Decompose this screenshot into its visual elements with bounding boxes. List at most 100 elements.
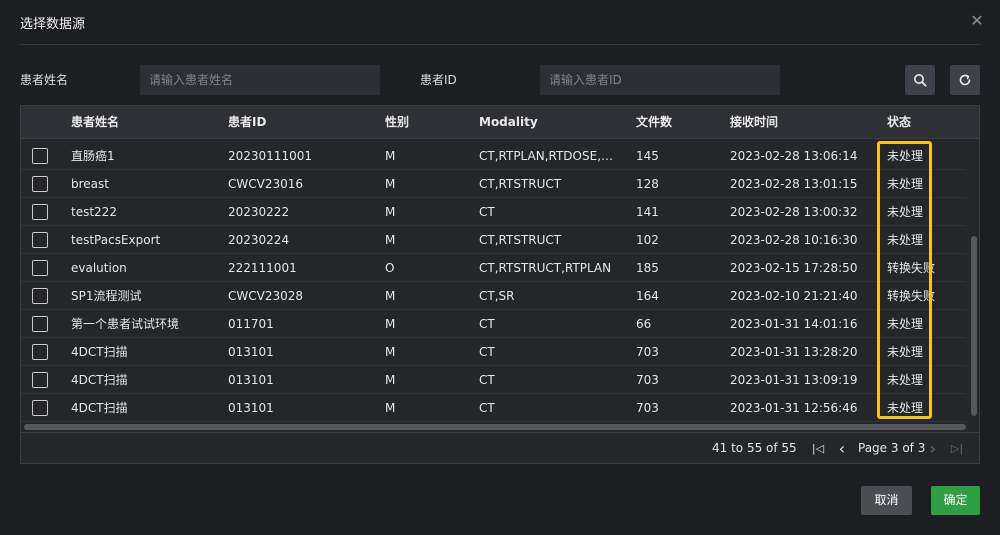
- cell-time: 2023-01-31 14:01:16: [730, 317, 858, 331]
- horizontal-scrollbar-thumb[interactable]: [24, 424, 966, 430]
- table-body: 直肠癌1 20230111001 M CT,RTPLAN,RTDOSE,RTST…: [21, 139, 979, 429]
- table-row[interactable]: 4DCT扫描 013101 M CT 703 2023-01-31 13:28:…: [21, 338, 966, 366]
- cell-id: 20230222: [228, 205, 290, 219]
- table-row[interactable]: 4DCT扫描 013101 M CT 703 2023-01-31 12:56:…: [21, 394, 966, 422]
- cell-name: 4DCT扫描: [71, 373, 128, 387]
- cell-files: 703: [636, 373, 659, 387]
- cancel-button[interactable]: 取消: [861, 486, 912, 515]
- cell-modality: CT: [479, 401, 495, 415]
- row-checkbox[interactable]: [32, 316, 48, 332]
- cell-sex: M: [385, 177, 396, 191]
- table-row[interactable]: test222 20230222 M CT 141 2023-02-28 13:…: [21, 198, 966, 226]
- cell-sex: M: [385, 233, 396, 247]
- cell-status: 未处理: [887, 149, 924, 163]
- cell-id: 011701: [228, 317, 274, 331]
- cell-files: 703: [636, 401, 659, 415]
- refresh-button[interactable]: [950, 65, 980, 95]
- cell-status: 未处理: [887, 233, 924, 247]
- cell-status: 未处理: [887, 177, 924, 191]
- cell-modality: CT,RTSTRUCT: [479, 177, 562, 191]
- title-divider: [20, 44, 980, 45]
- cell-name: testPacsExport: [71, 233, 161, 247]
- cell-modality: CT: [479, 205, 495, 219]
- table-header: 患者姓名 患者ID 性别 Modality 文件数 接收时间 状态: [21, 106, 979, 139]
- row-checkbox[interactable]: [32, 232, 48, 248]
- cell-files: 128: [636, 177, 659, 191]
- table-row[interactable]: 4DCT扫描 013101 M CT 703 2023-01-31 13:09:…: [21, 366, 966, 394]
- cell-sex: O: [385, 261, 395, 275]
- cell-id: CWCV23016: [228, 177, 304, 191]
- column-header-status[interactable]: 状态: [887, 106, 911, 139]
- column-header-modality[interactable]: Modality: [479, 106, 538, 139]
- cell-id: CWCV23028: [228, 289, 304, 303]
- cell-time: 2023-01-31 13:09:19: [730, 373, 858, 387]
- cell-time: 2023-01-31 12:56:46: [730, 401, 858, 415]
- column-header-id[interactable]: 患者ID: [228, 106, 266, 139]
- patient-id-input[interactable]: [540, 65, 780, 95]
- close-icon[interactable]: ✕: [968, 12, 986, 30]
- cell-files: 703: [636, 345, 659, 359]
- cell-id: 20230111001: [228, 149, 312, 163]
- cell-status: 转换失败: [887, 261, 936, 275]
- row-checkbox[interactable]: [32, 176, 48, 192]
- vertical-scrollbar-thumb[interactable]: [971, 236, 977, 416]
- prev-page-icon[interactable]: ‹: [834, 433, 850, 464]
- column-header-files[interactable]: 文件数: [636, 106, 672, 139]
- next-page-icon[interactable]: ›: [925, 433, 941, 464]
- column-header-sex[interactable]: 性别: [385, 106, 409, 139]
- search-button[interactable]: [905, 65, 935, 95]
- cell-name: 直肠癌1: [71, 149, 115, 163]
- table-row[interactable]: SP1流程测试 CWCV23028 M CT,SR 164 2023-02-10…: [21, 282, 966, 310]
- cell-sex: M: [385, 317, 396, 331]
- first-page-icon[interactable]: |◁: [809, 433, 827, 464]
- last-page-icon[interactable]: ▷|: [948, 433, 966, 464]
- confirm-button[interactable]: 确定: [931, 486, 980, 515]
- patient-id-label: 患者ID: [420, 73, 457, 87]
- patient-name-label: 患者姓名: [20, 73, 69, 87]
- cell-files: 145: [636, 149, 659, 163]
- patient-table: 患者姓名 患者ID 性别 Modality 文件数 接收时间 状态 直肠癌1 2…: [20, 105, 980, 464]
- dialog-title: 选择数据源: [20, 17, 86, 32]
- column-header-time[interactable]: 接收时间: [730, 106, 778, 139]
- table-row[interactable]: testPacsExport 20230224 M CT,RTSTRUCT 10…: [21, 226, 966, 254]
- cell-time: 2023-02-28 13:06:14: [730, 149, 858, 163]
- cell-name: evalution: [71, 261, 127, 275]
- cell-status: 转换失败: [887, 289, 936, 303]
- cell-sex: M: [385, 289, 396, 303]
- row-checkbox[interactable]: [32, 260, 48, 276]
- table-row[interactable]: evalution 222111001 O CT,RTSTRUCT,RTPLAN…: [21, 254, 966, 282]
- row-checkbox[interactable]: [32, 288, 48, 304]
- cell-time: 2023-02-28 10:16:30: [730, 233, 858, 247]
- page-indicator: Page 3 of 3: [858, 441, 926, 455]
- cell-time: 2023-02-15 17:28:50: [730, 261, 858, 275]
- cell-name: 4DCT扫描: [71, 345, 128, 359]
- pagination-bar: 41 to 55 of 55 |◁ ‹ Page 3 of 3 › ▷|: [21, 432, 979, 463]
- refresh-icon: [959, 74, 971, 86]
- cell-sex: M: [385, 373, 396, 387]
- cell-id: 013101: [228, 401, 274, 415]
- row-checkbox[interactable]: [32, 372, 48, 388]
- cell-status: 未处理: [887, 401, 924, 415]
- cell-status: 未处理: [887, 205, 924, 219]
- search-icon: [914, 74, 927, 87]
- row-checkbox[interactable]: [32, 148, 48, 164]
- select-datasource-dialog: 选择数据源 ✕ 患者姓名 患者ID 患者姓名 患者ID 性别 Modality …: [0, 0, 1000, 535]
- row-checkbox[interactable]: [32, 344, 48, 360]
- cell-sex: M: [385, 205, 396, 219]
- cell-modality: CT,RTPLAN,RTDOSE,RTSTRUCT: [479, 149, 617, 163]
- cell-time: 2023-02-10 21:21:40: [730, 289, 858, 303]
- cell-id: 222111001: [228, 261, 297, 275]
- table-row[interactable]: breast CWCV23016 M CT,RTSTRUCT 128 2023-…: [21, 170, 966, 198]
- table-row[interactable]: 第一个患者试试环境 011701 M CT 66 2023-01-31 14:0…: [21, 310, 966, 338]
- table-row[interactable]: 直肠癌1 20230111001 M CT,RTPLAN,RTDOSE,RTST…: [21, 142, 966, 170]
- cell-name: SP1流程测试: [71, 289, 142, 303]
- cell-modality: CT,RTSTRUCT,RTPLAN: [479, 261, 612, 275]
- row-checkbox[interactable]: [32, 204, 48, 220]
- row-checkbox[interactable]: [32, 400, 48, 416]
- cell-name: breast: [71, 177, 109, 191]
- cell-sex: M: [385, 149, 396, 163]
- cell-id: 013101: [228, 345, 274, 359]
- column-header-name[interactable]: 患者姓名: [71, 106, 119, 139]
- cell-name: test222: [71, 205, 117, 219]
- patient-name-input[interactable]: [140, 65, 380, 95]
